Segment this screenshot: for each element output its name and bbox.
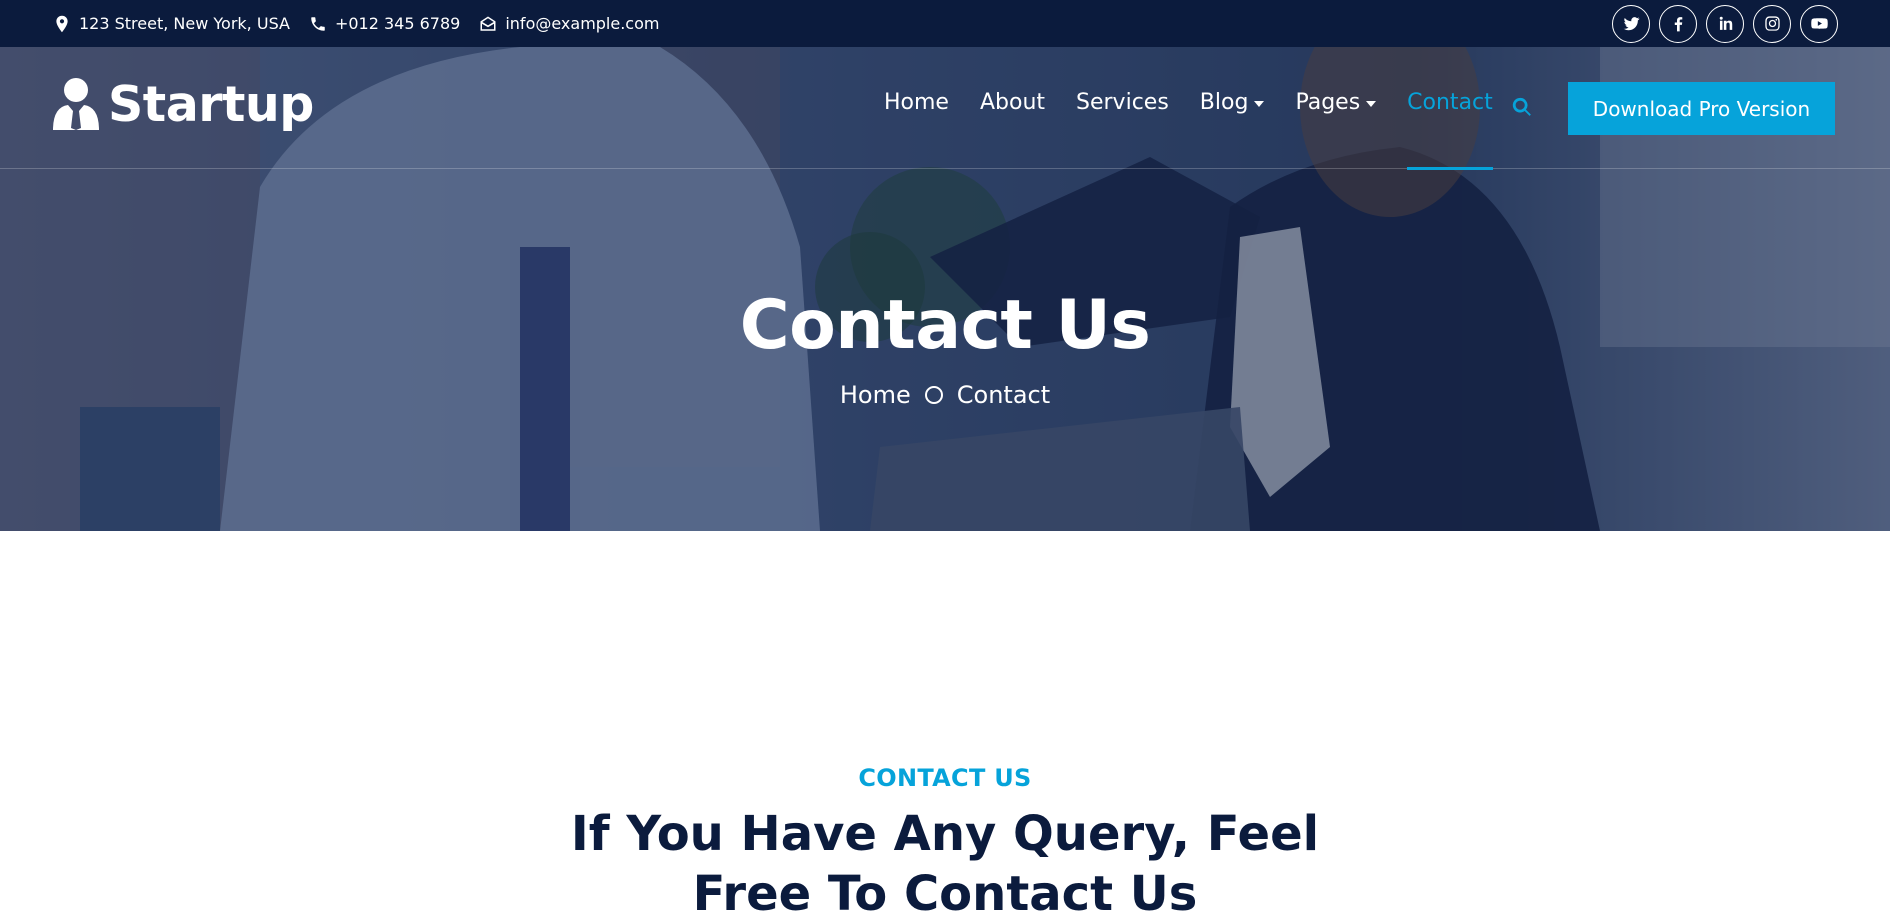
top-info-bar: 123 Street, New York, USA +012 345 6789 … [0, 0, 1890, 47]
nav-item-label: About [979, 90, 1046, 115]
contact-info: 123 Street, New York, USA +012 345 6789 … [53, 14, 659, 33]
nav-item-label: Home [884, 90, 949, 115]
caret-down-icon [1366, 101, 1377, 107]
search-button[interactable] [1511, 96, 1533, 122]
linkedin-icon [1719, 16, 1732, 30]
brand-logo[interactable]: Startup [53, 78, 314, 130]
nav-item-label: Services [1076, 90, 1169, 115]
search-icon [1512, 97, 1531, 116]
nav-item-blog[interactable]: Blog [1200, 92, 1265, 114]
nav-item-label: Pages [1295, 90, 1361, 115]
address-item: 123 Street, New York, USA [53, 14, 290, 33]
youtube-button[interactable] [1800, 4, 1838, 43]
twitter-button[interactable] [1612, 4, 1650, 43]
section-heading: If You Have Any Query, Feel Free To Cont… [570, 806, 1320, 922]
phone-icon [311, 16, 325, 31]
breadcrumb-contact-link[interactable]: Contact [957, 381, 1050, 409]
user-tie-icon [53, 78, 99, 130]
social-links [1612, 4, 1838, 43]
twitter-icon [1623, 17, 1639, 31]
email-item: info@example.com [479, 14, 659, 33]
linkedin-button[interactable] [1706, 4, 1744, 43]
nav-item-pages[interactable]: Pages [1295, 90, 1377, 115]
nav-item-label: Blog [1199, 90, 1249, 115]
youtube-icon [1810, 18, 1828, 29]
phone-item: +012 345 6789 [309, 14, 460, 33]
instagram-button[interactable] [1753, 4, 1791, 43]
breadcrumb-home-link[interactable]: Home [840, 381, 911, 409]
envelope-open-icon [480, 16, 496, 31]
facebook-icon [1674, 17, 1682, 32]
nav-item-services[interactable]: Services [1076, 92, 1169, 114]
map-marker-icon [56, 15, 68, 32]
download-pro-button[interactable]: Download Pro Version [1568, 82, 1835, 135]
page-title: Contact Us [739, 286, 1151, 365]
section-label: CONTACT US [858, 764, 1032, 792]
facebook-button[interactable] [1659, 4, 1697, 43]
main-navbar: Startup Home About Services Blog Pages C… [0, 47, 1890, 170]
caret-down-icon [1254, 101, 1265, 107]
address-text: 123 Street, New York, USA [79, 14, 290, 33]
phone-text[interactable]: +012 345 6789 [335, 14, 460, 33]
nav-item-contact[interactable]: Contact [1407, 90, 1493, 170]
nav-item-home[interactable]: Home [884, 92, 949, 114]
brand-name: Startup [108, 75, 314, 133]
circle-separator-icon [924, 386, 943, 404]
page-header: Startup Home About Services Blog Pages C… [0, 47, 1890, 531]
nav-item-label: Contact [1407, 90, 1493, 115]
nav-item-about[interactable]: About [980, 92, 1045, 114]
nav-menu: Home About Services Blog Pages Contact [884, 90, 1493, 170]
instagram-icon [1764, 16, 1780, 31]
email-text[interactable]: info@example.com [505, 14, 659, 33]
breadcrumb: Home Contact [0, 381, 1890, 409]
